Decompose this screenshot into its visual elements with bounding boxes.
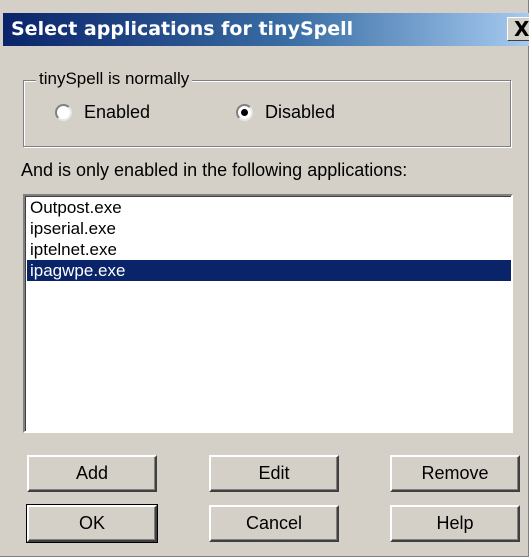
applications-caption: And is only enabled in the following app… bbox=[21, 160, 408, 180]
close-icon: X bbox=[514, 17, 529, 41]
title-bar[interactable]: Select applications for tinySpell X bbox=[3, 13, 529, 46]
list-item[interactable]: iptelnet.exe bbox=[27, 239, 511, 260]
radio-disabled[interactable]: Disabled bbox=[236, 99, 335, 125]
window-title: Select applications for tinySpell bbox=[11, 18, 354, 40]
edit-button[interactable]: Edit bbox=[209, 455, 339, 492]
radio-enabled-circle[interactable] bbox=[55, 103, 72, 121]
radio-enabled[interactable]: Enabled bbox=[55, 99, 150, 125]
add-button[interactable]: Add bbox=[27, 455, 157, 492]
help-button[interactable]: Help bbox=[390, 505, 520, 542]
ok-button[interactable]: OK bbox=[26, 504, 158, 543]
remove-button[interactable]: Remove bbox=[390, 455, 520, 492]
radio-enabled-label[interactable]: Enabled bbox=[84, 102, 150, 123]
radio-disabled-circle[interactable] bbox=[236, 103, 253, 121]
close-button[interactable]: X bbox=[507, 17, 529, 41]
state-group-label: tinySpell is normally bbox=[36, 69, 193, 89]
applications-listbox[interactable]: Outpost.exe ipserial.exe iptelnet.exe ip… bbox=[23, 194, 513, 433]
cancel-button[interactable]: Cancel bbox=[209, 505, 339, 542]
radio-selected-dot bbox=[241, 108, 248, 116]
radio-disabled-label[interactable]: Disabled bbox=[265, 102, 335, 123]
list-item[interactable]: ipserial.exe bbox=[27, 218, 511, 239]
dialog-window: Select applications for tinySpell X tiny… bbox=[0, 0, 529, 557]
list-item[interactable]: Outpost.exe bbox=[27, 197, 511, 218]
list-item-selected[interactable]: ipagwpe.exe bbox=[27, 260, 511, 281]
